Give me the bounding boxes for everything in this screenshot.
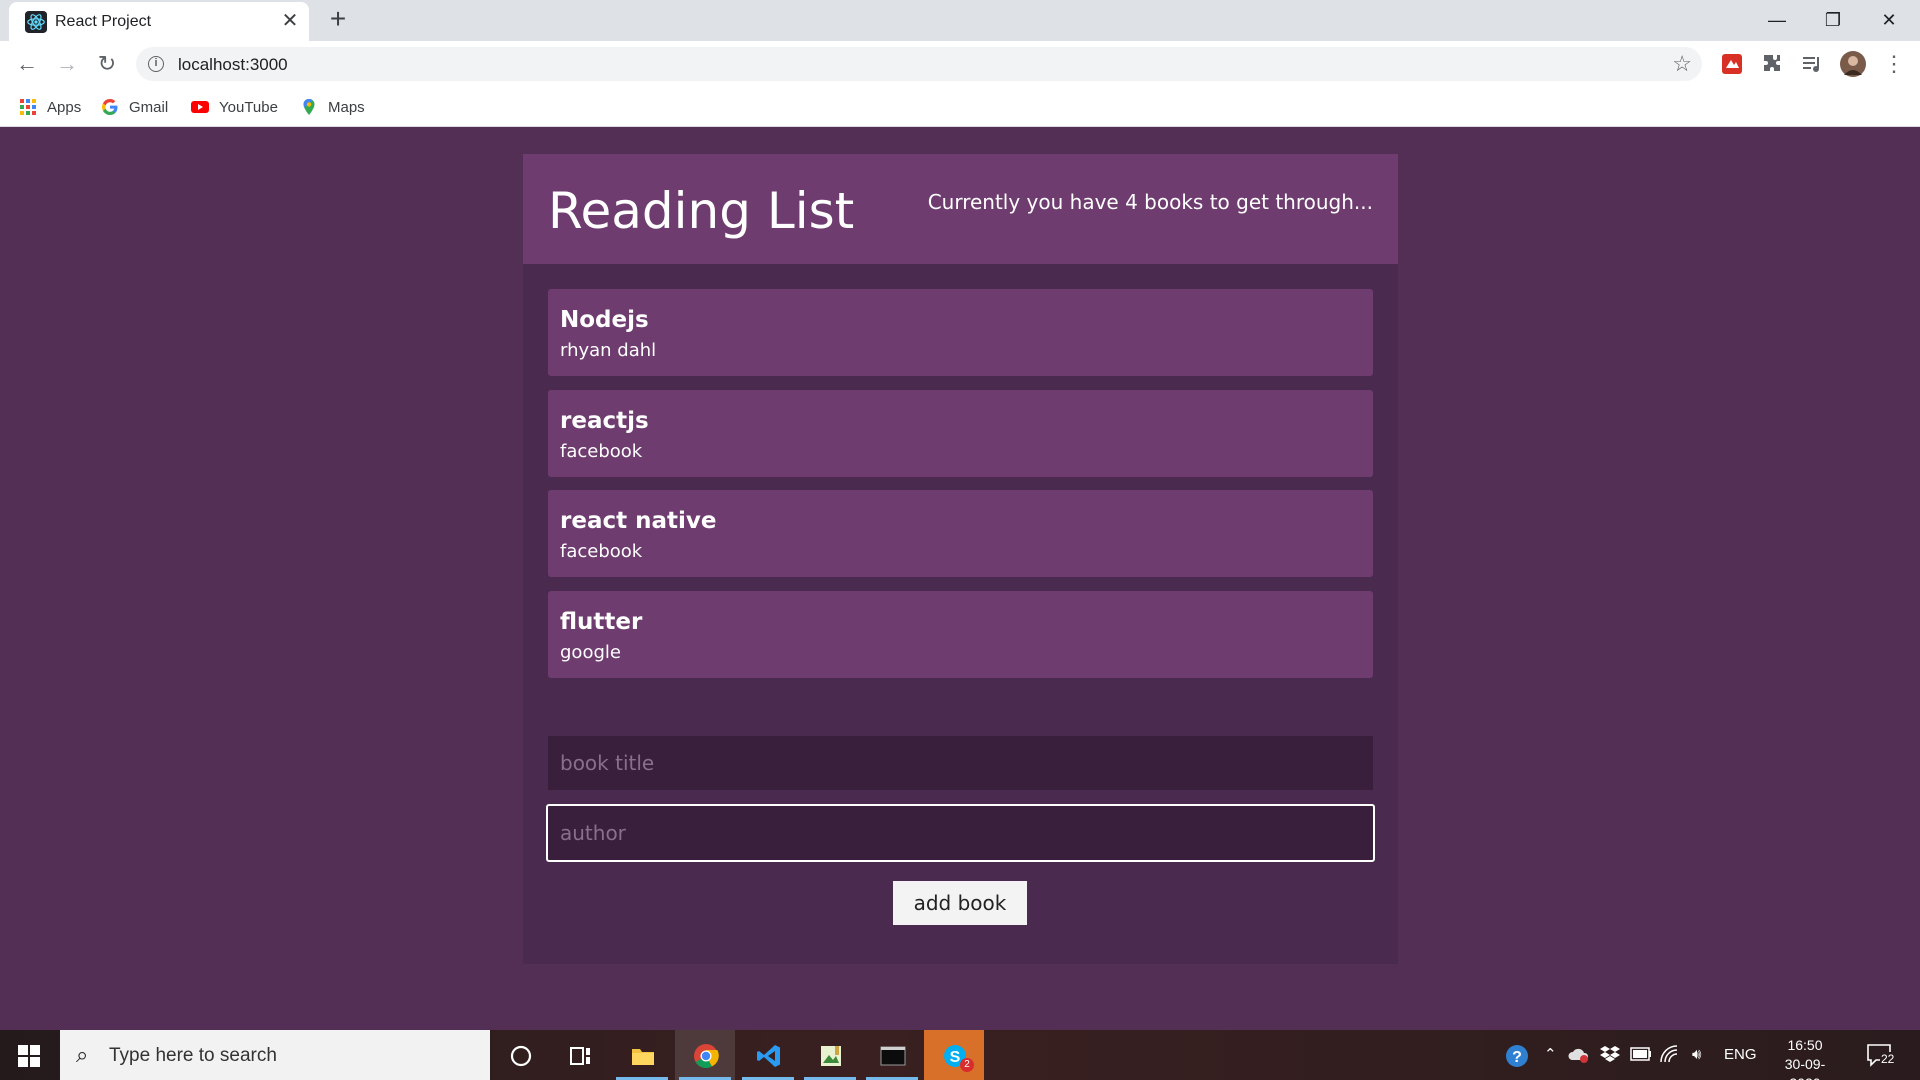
book-item[interactable]: reactjs facebook [548,390,1373,477]
add-book-button[interactable]: add book [893,881,1027,925]
page-title: Reading List [548,182,855,240]
clock-date: 30-09-2020 [1784,1056,1826,1080]
vscode-button[interactable] [738,1030,798,1080]
book-author: google [560,642,621,663]
react-icon [25,11,47,33]
app-header: Reading List Currently you have 4 books … [523,154,1398,264]
windows-start-icon[interactable] [18,1045,40,1067]
tab-strip: React Project ✕ + — ❐ ✕ [0,0,1920,41]
apps-grid-icon [20,99,36,115]
book-title: Nodejs [560,307,649,333]
info-icon[interactable]: i [148,56,164,72]
extensions-puzzle-icon[interactable] [1760,52,1784,76]
bookmark-label: YouTube [219,98,278,116]
bookmark-gmail[interactable]: Gmail [101,96,168,118]
reload-icon[interactable]: ↻ [93,50,121,78]
author-input[interactable] [546,804,1375,862]
media-queue-icon[interactable] [1800,52,1824,76]
bookmark-apps[interactable]: Apps [19,96,81,118]
reading-list-app: Reading List Currently you have 4 books … [523,154,1398,964]
terminal-icon [880,1046,906,1066]
book-title: flutter [560,609,643,635]
notification-count: 22 [1880,1052,1896,1066]
search-placeholder: Type here to search [109,1045,277,1066]
cortana-icon [510,1045,532,1067]
book-author: facebook [560,441,643,462]
show-hidden-icons-icon[interactable]: ⌃ [1544,1030,1557,1080]
book-item[interactable]: react native facebook [548,490,1373,577]
url-text[interactable]: localhost:3000 [178,55,288,75]
tab-title: React Project [55,13,152,30]
maps-pin-icon [303,99,315,115]
minimize-button[interactable]: — [1754,4,1800,36]
task-view-button[interactable] [550,1030,610,1080]
address-bar[interactable]: i localhost:3000 ☆ [136,47,1702,81]
browser-toolbar: ← → ↻ i localhost:3000 ☆ ⋮ [0,41,1920,87]
vscode-icon [757,1045,780,1067]
browser-tab[interactable]: React Project ✕ [9,2,309,41]
cortana-button[interactable] [490,1030,550,1080]
profile-avatar-icon[interactable] [1840,51,1866,77]
book-author: rhyan dahl [560,340,657,361]
clock-time: 16:50 [1787,1037,1823,1053]
search-icon: ⌕ [76,1042,89,1067]
close-window-button[interactable]: ✕ [1866,4,1912,36]
taskbar-search[interactable]: ⌕ Type here to search [60,1030,490,1080]
bookmark-star-icon[interactable]: ☆ [1672,51,1692,77]
clock[interactable]: 16:50 30-09-2020 [1770,1036,1840,1080]
book-title: reactjs [560,408,649,434]
onedrive-error-icon[interactable] [1568,1046,1590,1064]
image-editor-icon [821,1046,841,1066]
bookmark-label: Gmail [129,98,169,116]
windows-taskbar: ⌕ Type here to search S 2 ? ⌃ 🔊︎ ENG 16:… [0,1030,1920,1080]
book-title: react native [560,508,717,534]
google-icon [102,99,118,115]
chrome-button[interactable] [675,1030,735,1080]
bookmark-youtube[interactable]: YouTube [191,96,278,118]
extension-red-icon[interactable] [1720,52,1744,76]
file-explorer-button[interactable] [612,1030,672,1080]
close-tab-icon[interactable]: ✕ [279,10,301,32]
svg-text:?: ? [1512,1049,1522,1066]
skype-badge: 2 [960,1058,974,1072]
task-view-icon [570,1047,590,1065]
volume-icon[interactable]: 🔊︎ [1692,1030,1701,1080]
battery-icon[interactable] [1630,1047,1652,1061]
svg-text:S: S [950,1049,961,1066]
book-author: facebook [560,541,643,562]
chrome-icon [694,1044,719,1069]
skype-button[interactable]: S 2 [924,1030,984,1080]
help-icon[interactable]: ? [1504,1043,1530,1069]
notepad-button[interactable] [800,1030,860,1080]
bookmark-label: Maps [328,98,365,116]
language-indicator[interactable]: ENG [1724,1030,1757,1080]
book-item[interactable]: Nodejs rhyan dahl [548,289,1373,376]
bookmark-label: Apps [47,98,82,116]
dropbox-icon[interactable] [1600,1045,1620,1063]
book-title-input[interactable] [548,736,1373,790]
back-arrow-icon[interactable]: ← [13,50,41,78]
folder-icon [632,1049,654,1065]
book-count-text: Currently you have 4 books to get throug… [927,190,1373,214]
terminal-button[interactable] [862,1030,922,1080]
wifi-icon[interactable] [1660,1045,1682,1063]
forward-arrow-icon[interactable]: → [53,50,81,78]
book-item[interactable]: flutter google [548,591,1373,678]
youtube-icon [191,101,209,113]
menu-kebab-icon[interactable]: ⋮ [1880,50,1908,78]
bookmarks-bar: Apps Gmail YouTube Maps [0,87,1920,127]
restore-button[interactable]: ❐ [1810,4,1856,36]
new-tab-button[interactable]: + [324,5,352,34]
bookmark-maps[interactable]: Maps [300,96,365,118]
